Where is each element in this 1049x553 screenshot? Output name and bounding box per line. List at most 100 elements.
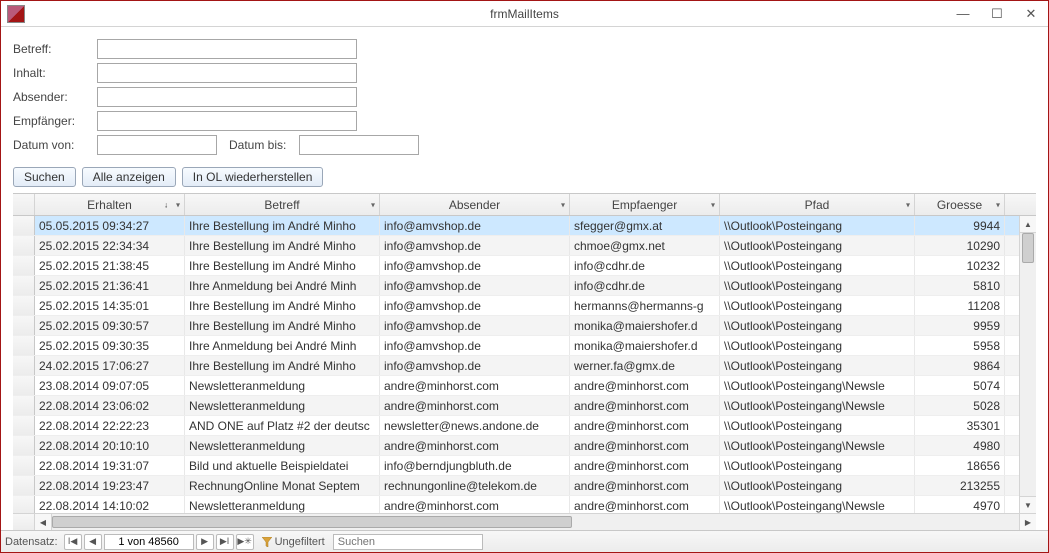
close-button[interactable]: ✕ [1014,2,1048,26]
row-selector[interactable] [13,496,35,513]
row-selector[interactable] [13,456,35,475]
cell-betreff: AND ONE auf Platz #2 der deutsc [185,416,380,435]
app-window: frmMailItems — ☐ ✕ Betreff: Inhalt: Abse… [0,0,1049,553]
scroll-down-icon[interactable]: ▼ [1020,496,1036,513]
chevron-down-icon[interactable]: ▾ [906,200,910,209]
row-selector[interactable] [13,276,35,295]
row-selector[interactable] [13,476,35,495]
empfaenger-label: Empfänger: [13,114,97,128]
scroll-left-icon[interactable]: ◀ [35,514,52,530]
absender-input[interactable] [97,87,357,107]
row-selector[interactable] [13,436,35,455]
row-selector[interactable] [13,216,35,235]
betreff-input[interactable] [97,39,357,59]
table-row[interactable]: 22.08.2014 19:31:07Bild und aktuelle Bei… [13,456,1019,476]
row-selector[interactable] [13,356,35,375]
cell-pfad: \\Outlook\Posteingang [720,256,915,275]
col-erhalten[interactable]: Erhalten ↓ ▾ [35,194,185,215]
hscroll-thumb[interactable] [52,516,572,528]
nav-search-input[interactable] [333,534,483,550]
nav-prev-button[interactable]: ◀ [84,534,102,550]
col-groesse[interactable]: Groesse ▾ [915,194,1005,215]
inhalt-input[interactable] [97,63,357,83]
row-selector-footer [13,514,35,530]
datum-bis-input[interactable] [299,135,419,155]
absender-label: Absender: [13,90,97,104]
row-selector[interactable] [13,376,35,395]
minimize-button[interactable]: — [946,2,980,26]
cell-erhalten: 22.08.2014 20:10:10 [35,436,185,455]
table-row[interactable]: 22.08.2014 14:10:02Newsletteranmeldungan… [13,496,1019,513]
chevron-down-icon[interactable]: ▾ [996,200,1000,209]
cell-absender: info@amvshop.de [380,236,570,255]
row-selector[interactable] [13,296,35,315]
nav-first-button[interactable]: I◀ [64,534,82,550]
record-navigator: Datensatz: I◀ ◀ ▶ ▶I ▶✳ Ungefiltert [1,530,1048,552]
table-row[interactable]: 25.02.2015 09:30:57Ihre Bestellung im An… [13,316,1019,336]
row-selector[interactable] [13,396,35,415]
horizontal-scrollbar[interactable]: ◀ ▶ [35,514,1036,530]
vertical-scrollbar[interactable]: ▲ ▼ [1019,216,1036,513]
betreff-label: Betreff: [13,42,97,56]
table-row[interactable]: 25.02.2015 21:36:41Ihre Anmeldung bei An… [13,276,1019,296]
col-empfaenger[interactable]: Empfaenger ▾ [570,194,720,215]
cell-absender: andre@minhorst.com [380,436,570,455]
chevron-down-icon[interactable]: ▾ [711,200,715,209]
row-selector[interactable] [13,336,35,355]
nav-last-button[interactable]: ▶I [216,534,234,550]
scroll-thumb[interactable] [1022,233,1034,263]
in-ol-wiederherstellen-button[interactable]: In OL wiederherstellen [182,167,324,187]
table-row[interactable]: 22.08.2014 22:22:23AND ONE auf Platz #2 … [13,416,1019,436]
nav-next-button[interactable]: ▶ [196,534,214,550]
cell-erhalten: 25.02.2015 22:34:34 [35,236,185,255]
suchen-button[interactable]: Suchen [13,167,76,187]
cell-erhalten: 25.02.2015 09:30:35 [35,336,185,355]
row-selector-header[interactable] [13,194,35,215]
row-selector[interactable] [13,256,35,275]
cell-pfad: \\Outlook\Posteingang [720,456,915,475]
table-row[interactable]: 23.08.2014 09:07:05Newsletteranmeldungan… [13,376,1019,396]
maximize-button[interactable]: ☐ [980,2,1014,26]
table-row[interactable]: 25.02.2015 09:30:35Ihre Anmeldung bei An… [13,336,1019,356]
row-selector[interactable] [13,316,35,335]
datum-von-input[interactable] [97,135,217,155]
nav-filter-indicator[interactable]: Ungefiltert [262,536,325,548]
table-row[interactable]: 25.02.2015 22:34:34Ihre Bestellung im An… [13,236,1019,256]
col-absender[interactable]: Absender ▾ [380,194,570,215]
scroll-up-icon[interactable]: ▲ [1020,216,1036,233]
cell-absender: andre@minhorst.com [380,396,570,415]
cell-erhalten: 25.02.2015 21:38:45 [35,256,185,275]
table-row[interactable]: 24.02.2015 17:06:27Ihre Bestellung im An… [13,356,1019,376]
row-selector[interactable] [13,416,35,435]
cell-empfaenger: andre@minhorst.com [570,476,720,495]
col-pfad-label: Pfad [805,198,830,212]
cell-absender: info@amvshop.de [380,356,570,375]
scroll-right-icon[interactable]: ▶ [1019,514,1036,530]
table-row[interactable]: 22.08.2014 19:23:47RechnungOnline Monat … [13,476,1019,496]
table-row[interactable]: 22.08.2014 23:06:02Newsletteranmeldungan… [13,396,1019,416]
action-bar: Suchen Alle anzeigen In OL wiederherstel… [1,165,1048,193]
table-row[interactable]: 25.02.2015 21:38:45Ihre Bestellung im An… [13,256,1019,276]
cell-erhalten: 22.08.2014 19:31:07 [35,456,185,475]
col-betreff[interactable]: Betreff ▾ [185,194,380,215]
cell-betreff: Ihre Bestellung im André Minho [185,356,380,375]
grid-body[interactable]: 05.05.2015 09:34:27Ihre Bestellung im An… [13,216,1019,513]
empfaenger-input[interactable] [97,111,357,131]
nav-new-button[interactable]: ▶✳ [236,534,254,550]
alle-anzeigen-button[interactable]: Alle anzeigen [82,167,176,187]
chevron-down-icon[interactable]: ▾ [176,200,180,209]
app-icon [7,5,25,23]
col-pfad[interactable]: Pfad ▾ [720,194,915,215]
cell-betreff: Newsletteranmeldung [185,376,380,395]
nav-position[interactable] [104,534,194,550]
cell-betreff: Ihre Bestellung im André Minho [185,236,380,255]
table-row[interactable]: 22.08.2014 20:10:10Newsletteranmeldungan… [13,436,1019,456]
chevron-down-icon[interactable]: ▾ [371,200,375,209]
table-row[interactable]: 25.02.2015 14:35:01Ihre Bestellung im An… [13,296,1019,316]
table-row[interactable]: 05.05.2015 09:34:27Ihre Bestellung im An… [13,216,1019,236]
row-selector[interactable] [13,236,35,255]
cell-pfad: \\Outlook\Posteingang [720,236,915,255]
chevron-down-icon[interactable]: ▾ [561,200,565,209]
cell-betreff: Ihre Bestellung im André Minho [185,256,380,275]
cell-erhalten: 24.02.2015 17:06:27 [35,356,185,375]
